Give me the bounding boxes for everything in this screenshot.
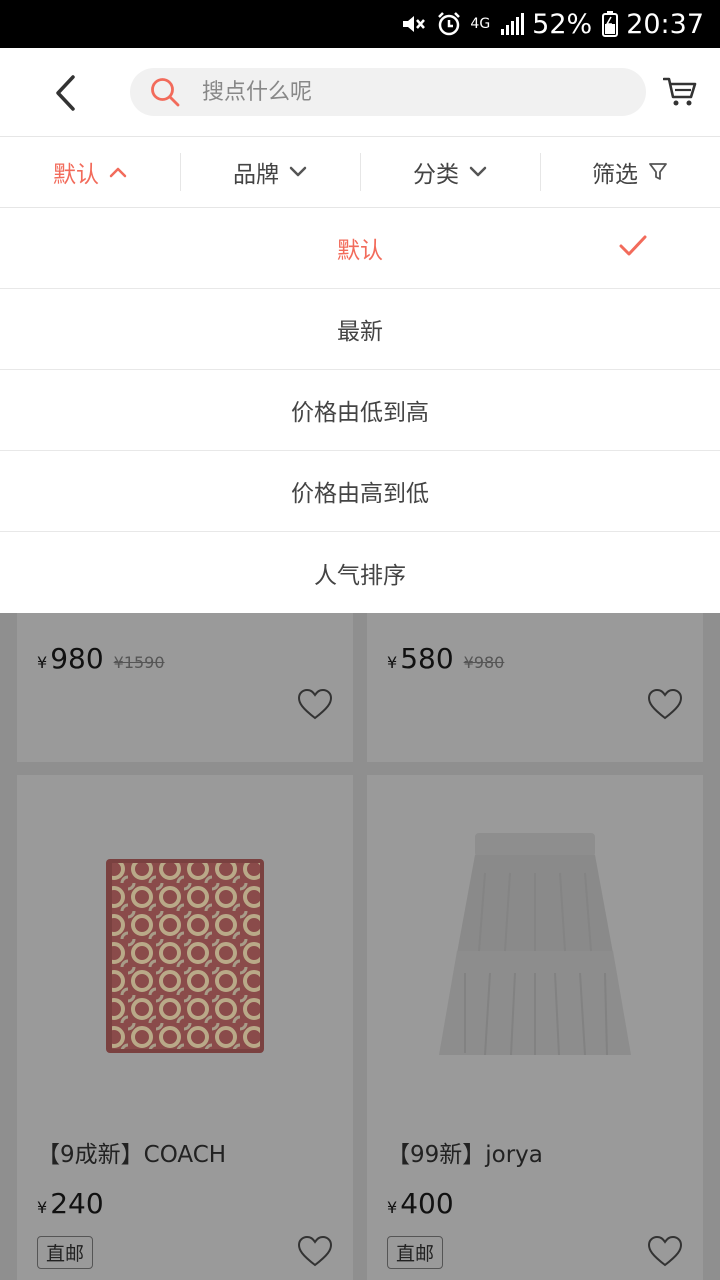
- battery-percent: 52%: [532, 8, 593, 40]
- sort-option-label: 价格由高到低: [291, 481, 429, 507]
- product-title: 【99新】jorya: [387, 1142, 543, 1168]
- shipping-tag: 直邮: [37, 1236, 94, 1269]
- wallet-image: [106, 859, 264, 1053]
- tab-default-label: 默认: [53, 162, 99, 188]
- battery-icon: [602, 11, 619, 37]
- clock: 20:37: [626, 8, 704, 40]
- cart-button[interactable]: [660, 72, 700, 112]
- signal-icon: [500, 12, 525, 36]
- chevron-down-icon: [469, 166, 487, 178]
- product-card[interactable]: 【9成新】COACH ¥ 240 直邮: [17, 775, 353, 1280]
- filter-icon: [648, 162, 668, 182]
- price-row: ¥ 400: [387, 1187, 454, 1220]
- tab-brand[interactable]: 品牌: [180, 137, 360, 207]
- status-bar: 4G 52% 20:37: [0, 0, 720, 48]
- sort-dropdown: 默认 最新 价格由低到高 价格由高到低 人气排序: [0, 208, 720, 613]
- price-row: ¥ 580 ¥980: [387, 642, 504, 675]
- heart-icon[interactable]: [647, 688, 683, 720]
- price-row: ¥ 240: [37, 1187, 104, 1220]
- search-input[interactable]: [202, 79, 582, 105]
- chevron-up-icon: [109, 166, 127, 178]
- tab-filter-label: 筛选: [592, 162, 638, 188]
- product-title: 【9成新】COACH: [37, 1142, 227, 1168]
- sort-option-price-asc[interactable]: 价格由低到高: [0, 370, 720, 451]
- product-price: 400: [400, 1187, 454, 1220]
- mute-icon: [400, 12, 426, 36]
- tab-default[interactable]: 默认: [0, 137, 180, 207]
- heart-icon[interactable]: [647, 1235, 683, 1267]
- alarm-icon: [436, 11, 462, 37]
- product-grid: ¥ 980 ¥1590 ¥ 580 ¥980 【9成新】COACH ¥ 240 …: [0, 612, 720, 1280]
- currency-symbol: ¥: [387, 653, 398, 672]
- product-card[interactable]: ¥ 980 ¥1590: [17, 612, 353, 762]
- sort-bar: 默认 品牌 分类 筛选: [0, 137, 720, 208]
- product-price: 240: [50, 1187, 104, 1220]
- cart-icon: [663, 77, 697, 106]
- sort-option-label: 最新: [337, 319, 383, 345]
- sort-option-label: 价格由低到高: [291, 400, 429, 426]
- sort-option-label: 人气排序: [314, 562, 406, 589]
- product-price: 980: [50, 642, 104, 675]
- price-row: ¥ 980 ¥1590: [37, 642, 165, 675]
- sort-option-label: 默认: [337, 238, 383, 264]
- product-card[interactable]: ¥ 580 ¥980: [367, 612, 703, 762]
- heart-icon[interactable]: [297, 688, 333, 720]
- top-bar: [0, 48, 720, 137]
- original-price: ¥980: [463, 653, 505, 672]
- tab-filter[interactable]: 筛选: [540, 137, 720, 207]
- currency-symbol: ¥: [37, 653, 48, 672]
- heart-icon[interactable]: [297, 1235, 333, 1267]
- product-card[interactable]: 【99新】jorya ¥ 400 直邮: [367, 775, 703, 1280]
- skirt-image: [439, 832, 631, 1055]
- shipping-tag: 直邮: [387, 1236, 444, 1269]
- currency-symbol: ¥: [387, 1198, 398, 1217]
- search-icon: [151, 78, 180, 107]
- product-image: [17, 775, 353, 1135]
- sort-option-newest[interactable]: 最新: [0, 289, 720, 370]
- tab-category-label: 分类: [413, 162, 459, 188]
- sort-option-price-desc[interactable]: 价格由高到低: [0, 451, 720, 532]
- product-image: [367, 775, 703, 1135]
- search-box[interactable]: [130, 68, 646, 116]
- tab-category[interactable]: 分类: [360, 137, 540, 207]
- original-price: ¥1590: [113, 653, 165, 672]
- sort-option-default[interactable]: 默认: [0, 208, 720, 289]
- check-icon: [618, 234, 648, 264]
- sort-option-popularity[interactable]: 人气排序: [0, 532, 720, 613]
- chevron-down-icon: [289, 166, 307, 178]
- product-price: 580: [400, 642, 454, 675]
- network-type: 4G: [470, 16, 491, 32]
- back-button[interactable]: [40, 68, 90, 118]
- back-arrow-icon: [56, 75, 75, 111]
- currency-symbol: ¥: [37, 1198, 48, 1217]
- tab-brand-label: 品牌: [233, 162, 279, 188]
